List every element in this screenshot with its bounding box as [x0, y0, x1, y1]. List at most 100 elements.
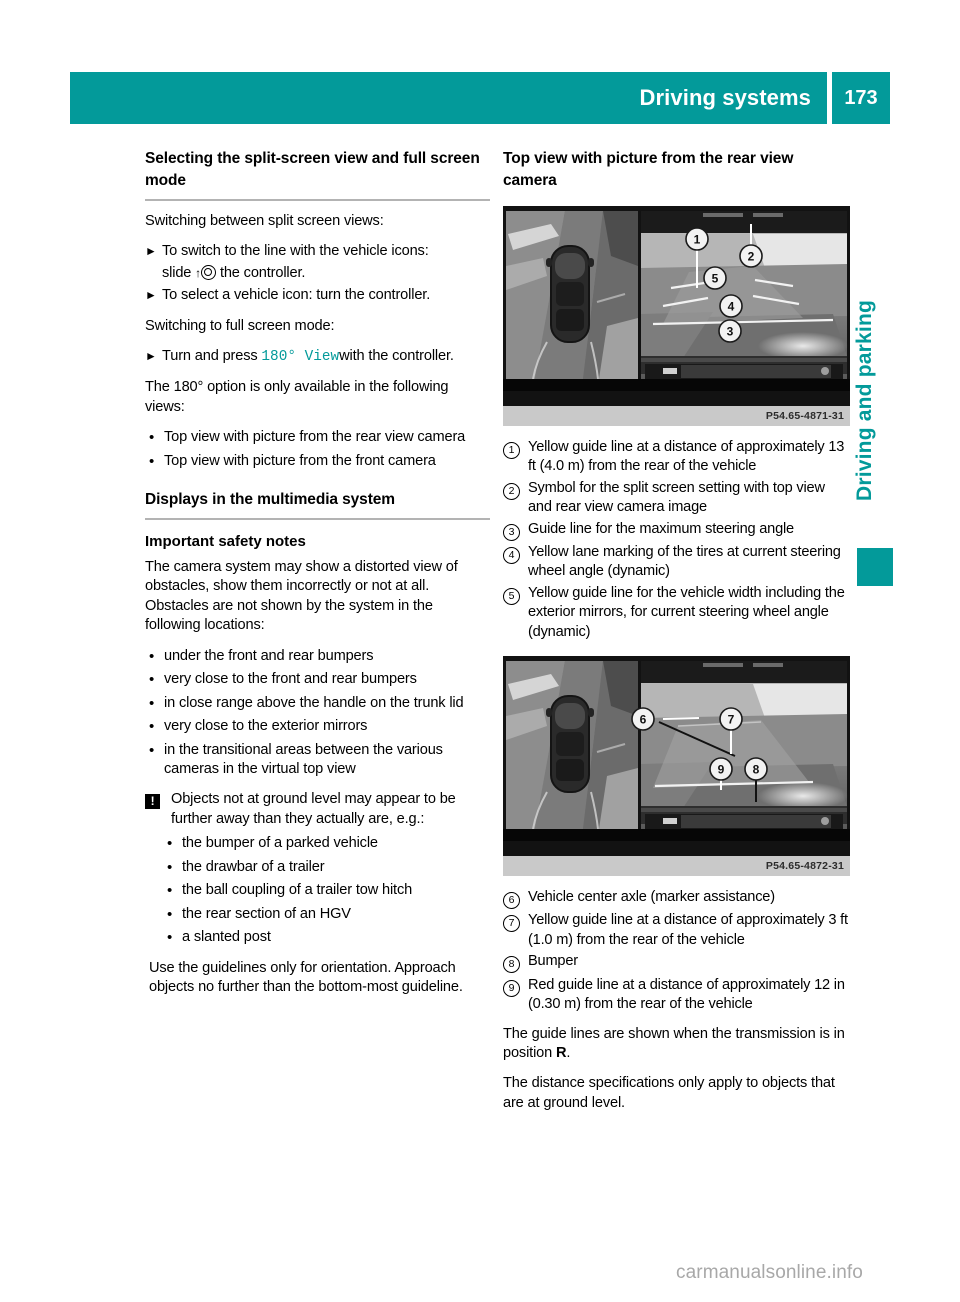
step-2-text: To select a vehicle icon: turn the contr… [162, 287, 431, 304]
bullet-icon: • [167, 929, 173, 947]
step-3-post: with the controller. [339, 348, 454, 365]
bullet-icon: • [149, 452, 155, 470]
bullet-icon: • [149, 694, 155, 712]
locations-list: • under the front and rear bumpers • ver… [145, 647, 490, 780]
bullet-icon: • [149, 741, 155, 759]
page-header: Driving systems 173 [70, 72, 890, 124]
bullet-icon: • [167, 882, 173, 900]
controller-ring-icon [201, 264, 217, 280]
figure-1-caption-bar: P54.65-4871-31 [503, 406, 850, 426]
tail-1-pre: The guide lines are shown when the trans… [503, 1025, 845, 1061]
callout-number: 3 [503, 520, 528, 541]
page-number: 173 [844, 87, 878, 109]
header-title-block: Driving systems [70, 72, 827, 124]
list-item: • the rear section of an HGV [163, 905, 490, 925]
step-3-pre: Turn and press [162, 348, 258, 365]
header-page-block: 173 [832, 72, 890, 124]
step-item: ► Turn and press 180° Viewwith the contr… [145, 347, 490, 367]
figure-rear-view-camera-2: 6 7 8 9 P54.65-4872-31 [503, 656, 850, 877]
warning-note: ! Objects not at ground level may appear… [145, 790, 490, 829]
list-item: • the bumper of a parked vehicle [163, 834, 490, 854]
bullet-icon: • [149, 429, 155, 446]
callout-item: 2 Symbol for the split screen setting wi… [503, 479, 848, 518]
step-arrow-icon: ► [145, 349, 157, 364]
figure-1-id: P54.65-4871-31 [765, 410, 844, 422]
page-title: Driving systems [639, 85, 811, 110]
right-column: Top view with picture from the rear view… [503, 148, 850, 1124]
figure-2-caption-bar: P54.65-4872-31 [503, 856, 850, 877]
callout-number: 9 [503, 976, 528, 1015]
svg-text:1: 1 [694, 233, 701, 247]
bullet-icon: • [149, 671, 155, 689]
safety-paragraph: The camera system may show a distorted v… [145, 559, 458, 634]
list-item: • Top view with picture from the front c… [145, 452, 490, 472]
section-heading-right: Top view with picture from the rear view… [503, 150, 794, 189]
tail-paragraph-1: The guide lines are shown when the trans… [503, 1025, 848, 1064]
callout-item: 3 Guide line for the maximum steering an… [503, 520, 848, 541]
ui-term-180-view[interactable]: 180° View [261, 349, 339, 365]
note-180-paragraph: The 180° option is only available in the… [145, 379, 449, 415]
list-item: • the ball coupling of a trailer tow hit… [163, 881, 490, 901]
callout-number: 5 [503, 584, 528, 642]
side-tab-marker [857, 548, 893, 586]
bullet-icon: • [167, 835, 173, 853]
list-item: • very close to the front and rear bumpe… [145, 670, 490, 690]
list-item: • in close range above the handle on the… [145, 694, 490, 714]
callout-list-2: 6 Vehicle center axle (marker assistance… [503, 888, 848, 1014]
callout-item: 9 Red guide line at a distance of approx… [503, 976, 848, 1015]
step-line-1: To switch to the line with the vehicle i… [162, 243, 429, 260]
heading-rule [145, 199, 490, 201]
controller-slide-icon: ↑ [195, 263, 217, 284]
closing-paragraph: Use the guidelines only for orientation.… [149, 959, 463, 996]
svg-text:7: 7 [728, 713, 735, 727]
tail-1-post: . [566, 1044, 571, 1061]
step-list-1: ► To switch to the line with the vehicle… [145, 242, 490, 305]
svg-text:4: 4 [728, 300, 735, 314]
bullet-icon: • [149, 647, 155, 665]
callout-item: 4 Yellow lane marking of the tires at cu… [503, 543, 848, 582]
warning-list: • the bumper of a parked vehicle • the d… [145, 834, 490, 948]
bullet-icon: • [167, 858, 173, 876]
views-list: • Top view with picture from the rear vi… [145, 428, 490, 471]
figure-1-graphic: 1 2 3 4 5 [503, 206, 850, 406]
svg-text:2: 2 [748, 250, 755, 264]
list-item: • in the transitional areas between the … [145, 741, 490, 780]
figure-image-2: 6 7 8 9 [503, 656, 850, 857]
step-item: ► To switch to the line with the vehicle… [145, 242, 490, 283]
figure-2-graphic: 6 7 8 9 [503, 656, 850, 857]
svg-text:3: 3 [727, 325, 734, 339]
section-heading-3: Important safety notes [145, 533, 306, 550]
step-item: ► To select a vehicle icon: turn the con… [145, 286, 490, 305]
callout-number: 1 [503, 438, 528, 477]
callout-number: 4 [503, 543, 528, 582]
left-column: Selecting the split-screen view and full… [145, 148, 490, 1009]
list-item: • very close to the exterior mirrors [145, 717, 490, 737]
step-arrow-icon: ► [145, 288, 157, 303]
callout-item: 6 Vehicle center axle (marker assistance… [503, 888, 848, 910]
side-tab-label: Driving and parking [853, 300, 876, 501]
svg-text:6: 6 [640, 713, 647, 727]
intro-paragraph-1: Switching between split screen views: [145, 213, 384, 229]
callout-number: 6 [503, 888, 528, 910]
svg-text:5: 5 [712, 272, 719, 286]
gear-position-r: R [556, 1044, 567, 1061]
list-item: • under the front and rear bumpers [145, 647, 490, 667]
callout-item: 8 Bumper [503, 952, 848, 974]
tail-paragraph-2: The distance specifications only apply t… [503, 1075, 835, 1111]
list-item: • Top view with picture from the rear vi… [145, 428, 490, 448]
bullet-icon: • [167, 905, 173, 923]
list-item: • a slanted post [163, 928, 490, 948]
intro-paragraph-2: Switching to full screen mode: [145, 317, 335, 334]
callout-list-1: 1 Yellow guide line at a distance of app… [503, 438, 848, 642]
section-heading-1: Selecting the split-screen view and full… [145, 150, 480, 189]
svg-text:8: 8 [753, 763, 760, 777]
callout-number: 2 [503, 479, 528, 518]
callout-number: 7 [503, 911, 528, 950]
section-heading-2: Displays in the multimedia system [145, 491, 395, 508]
warning-exclamation-icon: ! [145, 794, 160, 810]
warning-note-text: Objects not at ground level may appear t… [171, 791, 456, 827]
bullet-icon: • [149, 718, 155, 736]
step-line-2-post: the controller. [219, 264, 306, 281]
list-item: • the drawbar of a trailer [163, 858, 490, 878]
callout-item: 5 Yellow guide line for the vehicle widt… [503, 584, 848, 642]
